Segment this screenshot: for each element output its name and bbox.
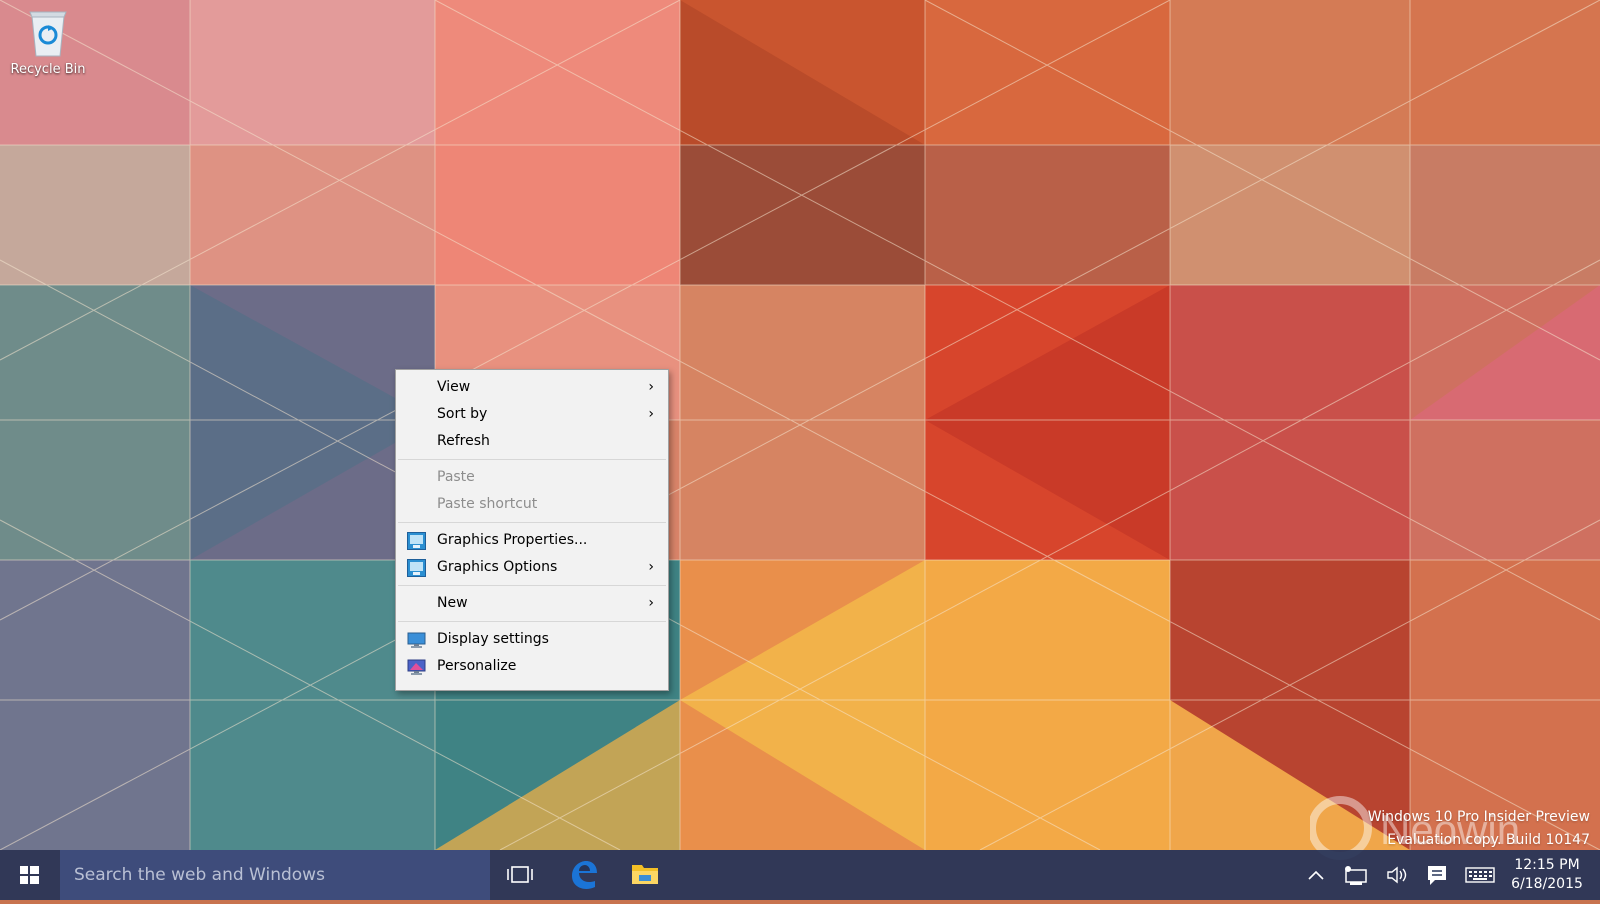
menu-item-label: View: [437, 379, 471, 395]
touch-keyboard-button[interactable]: [1460, 850, 1500, 900]
menu-separator: [398, 522, 666, 523]
start-button[interactable]: [0, 850, 58, 900]
menu-item-personalize[interactable]: Personalize: [396, 653, 668, 680]
menu-item-view[interactable]: View ›: [396, 374, 668, 401]
menu-item-label: Graphics Properties...: [437, 532, 588, 548]
menu-item-label: Sort by: [437, 406, 488, 422]
menu-item-graphics-options[interactable]: Graphics Options ›: [396, 554, 668, 581]
volume-tray-button[interactable]: [1380, 850, 1412, 900]
submenu-arrow-icon: ›: [648, 406, 654, 422]
search-box[interactable]: Search the web and Windows: [60, 850, 490, 900]
menu-item-label: New: [437, 595, 468, 611]
search-placeholder: Search the web and Windows: [74, 865, 325, 885]
menu-item-graphics-properties[interactable]: Graphics Properties...: [396, 527, 668, 554]
clock-time: 12:15 PM: [1514, 857, 1580, 873]
watermark-line-2: Evaluation copy. Build 10147: [1387, 832, 1590, 848]
menu-item-label: Display settings: [437, 631, 549, 647]
personalize-icon: [407, 658, 426, 676]
intel-graphics-icon: [407, 559, 426, 577]
desktop-wallpaper: [0, 0, 1600, 850]
file-explorer-button[interactable]: [617, 850, 673, 900]
file-explorer-icon: [632, 865, 658, 884]
edge-icon: [572, 861, 597, 889]
system-clock[interactable]: 12:15 PM 6/18/2015: [1504, 850, 1590, 900]
keyboard-icon: [1465, 867, 1495, 883]
task-view-button[interactable]: [492, 850, 548, 900]
menu-item-label: Graphics Options: [437, 559, 558, 575]
menu-item-label: Personalize: [437, 658, 517, 674]
watermark-line-1: Windows 10 Pro Insider Preview: [1367, 809, 1590, 825]
task-view-icon: [507, 866, 533, 883]
edge-button[interactable]: [555, 850, 611, 900]
clock-date: 6/18/2015: [1511, 876, 1583, 892]
show-hidden-icons-button[interactable]: [1302, 850, 1330, 900]
network-icon: [1345, 866, 1367, 885]
menu-separator: [398, 459, 666, 460]
menu-item-label: Paste: [437, 469, 475, 485]
windows-logo-icon: [20, 866, 39, 884]
menu-item-paste-shortcut: Paste shortcut: [396, 491, 668, 518]
submenu-arrow-icon: ›: [648, 595, 654, 611]
desktop-icon-recycle-bin[interactable]: Recycle Bin: [8, 8, 88, 77]
menu-separator: [398, 585, 666, 586]
action-center-icon: [1428, 866, 1446, 885]
submenu-arrow-icon: ›: [648, 379, 654, 395]
desktop-context-menu: View › Sort by › Refresh Paste Paste sho…: [395, 369, 669, 691]
menu-separator: [398, 621, 666, 622]
display-icon: [407, 631, 426, 649]
taskbar: Search the web and Windows 12:15 PM 6/18…: [0, 850, 1600, 900]
build-watermark: Windows 10 Pro Insider Preview Evaluatio…: [1368, 806, 1590, 852]
menu-item-new[interactable]: New ›: [396, 590, 668, 617]
network-tray-button[interactable]: [1340, 850, 1372, 900]
menu-item-sort-by[interactable]: Sort by ›: [396, 401, 668, 428]
chevron-up-icon: [1308, 870, 1324, 880]
menu-item-label: Paste shortcut: [437, 496, 538, 512]
desktop-icon-label: Recycle Bin: [10, 62, 86, 77]
volume-icon: [1387, 866, 1407, 884]
recycle-bin-icon: [26, 8, 70, 58]
menu-item-label: Refresh: [437, 433, 490, 449]
menu-item-refresh[interactable]: Refresh: [396, 428, 668, 455]
menu-item-paste: Paste: [396, 464, 668, 491]
intel-graphics-icon: [407, 532, 426, 550]
submenu-arrow-icon: ›: [648, 559, 654, 575]
action-center-button[interactable]: [1420, 850, 1454, 900]
menu-item-display-settings[interactable]: Display settings: [396, 626, 668, 653]
